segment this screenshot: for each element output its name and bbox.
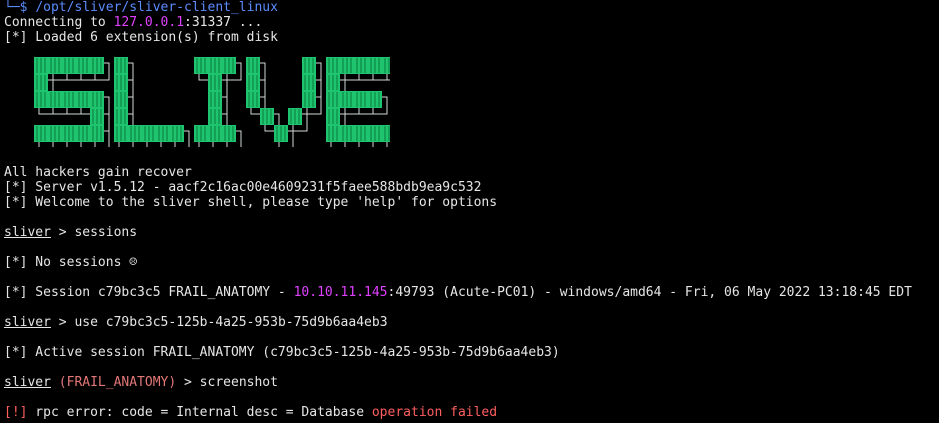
- prompt-use: sliver > use c79bc3c5-125b-4a25-953b-75d…: [4, 315, 388, 330]
- prompt-label: sliver: [4, 315, 51, 330]
- terminal-window[interactable]: └─$ /opt/sliver/sliver-client_linux Conn…: [0, 0, 939, 423]
- session-prefix: [*] Session c79bc3c5 FRAIL_ANATOMY -: [4, 285, 294, 300]
- prompt-screenshot: sliver (FRAIL_ANATOMY) > screenshot: [4, 375, 278, 390]
- error-tag: [!]: [4, 405, 28, 420]
- prompt-label: sliver: [4, 375, 51, 390]
- prompt-sessions: sliver > sessions: [4, 225, 137, 240]
- command-line: └─$ /opt/sliver/sliver-client_linux: [4, 0, 278, 15]
- command-path: /opt/sliver/sliver-client_linux: [35, 0, 278, 15]
- connecting-line: Connecting to 127.0.0.1:31337 ...: [4, 15, 262, 30]
- prompt-prefix: └─$: [4, 0, 36, 15]
- active-session-line: [*] Active session FRAIL_ANATOMY (c79bc3…: [4, 345, 560, 360]
- connecting-port: :31337 ...: [184, 15, 263, 30]
- sliver-banner: [30, 55, 390, 147]
- command-text: > use c79bc3c5-125b-4a25-953b-75d9b6aa4e…: [50, 315, 388, 330]
- command-text: > sessions: [50, 225, 138, 240]
- sliver-banner-art: [34, 57, 390, 147]
- tagline: All hackers gain recover: [4, 165, 192, 180]
- error-text: rpc error: code = Internal desc = Databa…: [27, 405, 372, 420]
- error-tail: operation failed: [371, 405, 498, 420]
- session-suffix: :49793 (Acute-PC01) - windows/amd64 - Fr…: [387, 285, 912, 300]
- welcome-line: [*] Welcome to the sliver shell, please …: [4, 195, 498, 210]
- connecting-ip: 127.0.0.1: [113, 15, 185, 30]
- error-line: [!] rpc error: code = Internal desc = Da…: [4, 405, 497, 420]
- no-sessions-line: [*] No sessions ☹: [4, 255, 138, 270]
- command-text: > screenshot: [176, 375, 278, 390]
- server-info-line: [*] Server v1.5.12 - aacf2c16ac00e460923…: [4, 180, 482, 195]
- loaded-extensions-line: [*] Loaded 6 extension(s) from disk: [4, 30, 278, 45]
- session-ip: 10.10.11.145: [293, 285, 388, 300]
- session-opened-line: [*] Session c79bc3c5 FRAIL_ANATOMY - 10.…: [4, 285, 912, 300]
- active-session-name: (FRAIL_ANATOMY): [50, 375, 177, 390]
- prompt-label: sliver: [4, 225, 51, 240]
- connecting-prefix: Connecting to: [4, 15, 114, 30]
